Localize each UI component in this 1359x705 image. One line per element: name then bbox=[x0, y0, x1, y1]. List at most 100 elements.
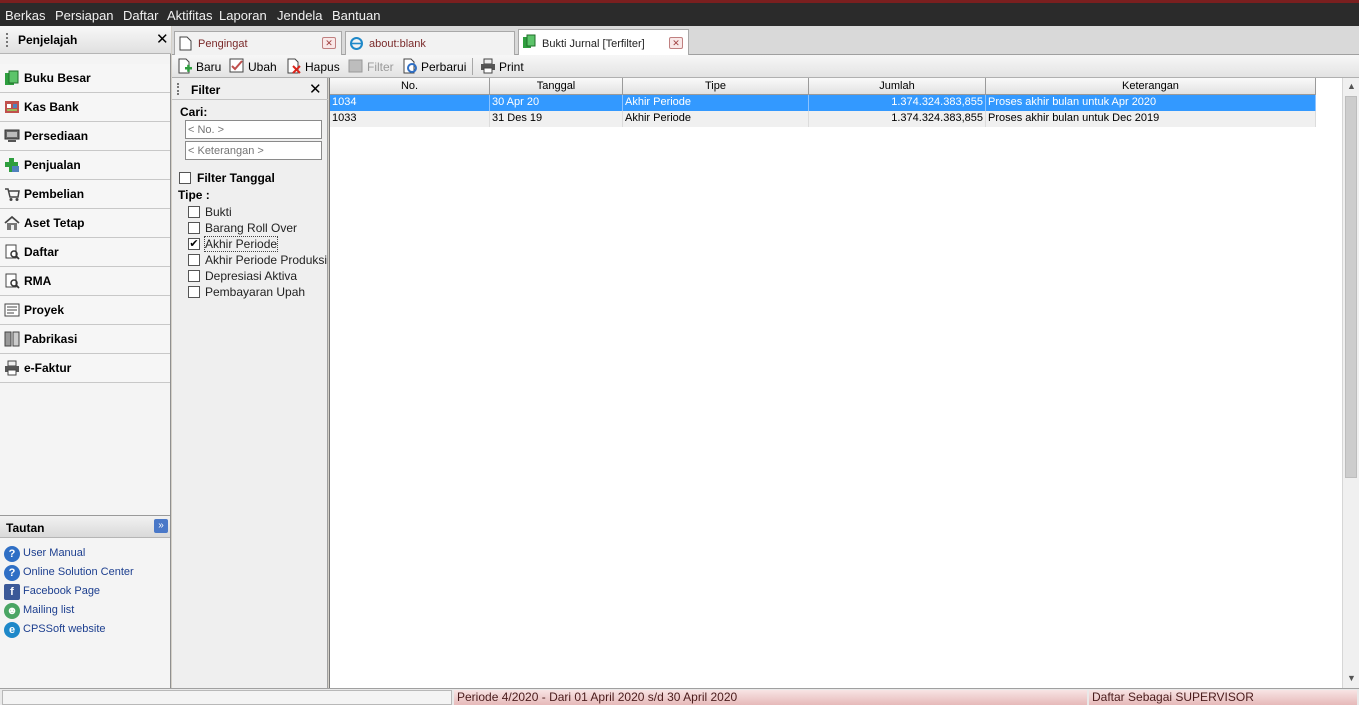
nav-item-persediaan[interactable]: Persediaan bbox=[0, 122, 170, 151]
print-button-label: Print bbox=[499, 60, 524, 74]
nav-item-e-faktur[interactable]: e-Faktur bbox=[0, 354, 170, 383]
list-icon bbox=[5, 244, 20, 260]
house-icon bbox=[4, 215, 20, 230]
tab-label: Bukti Jurnal [Terfilter] bbox=[542, 38, 645, 50]
nav-item-aset-tetap[interactable]: Aset Tetap bbox=[0, 209, 170, 238]
tipe-option-label: Akhir Periode bbox=[203, 236, 279, 252]
cell-tipe: Akhir Periode bbox=[623, 111, 809, 127]
nav-item-label: e-Faktur bbox=[24, 361, 72, 375]
column-header-jumlah[interactable]: Jumlah bbox=[809, 78, 986, 95]
no-search-input[interactable] bbox=[185, 120, 322, 139]
nav-item-label: RMA bbox=[24, 274, 52, 288]
grip-handle[interactable] bbox=[177, 83, 179, 95]
menu-bantuan[interactable]: Bantuan bbox=[332, 8, 380, 23]
ledger-icon bbox=[5, 70, 19, 85]
links-header: Tautan » bbox=[0, 516, 170, 538]
refresh-button-label: Perbarui bbox=[421, 60, 467, 74]
close-icon[interactable]: ✕ bbox=[156, 30, 169, 48]
tab-bukti-jurnal[interactable]: Bukti Jurnal [Terfilter] ✕ bbox=[518, 29, 689, 56]
nav-item-label: Aset Tetap bbox=[24, 216, 85, 230]
ie-icon: e bbox=[4, 622, 20, 638]
tipe-checkbox-barang-roll-over[interactable] bbox=[188, 222, 200, 234]
nav-item-pembelian[interactable]: Pembelian bbox=[0, 180, 170, 209]
menu-berkas[interactable]: Berkas bbox=[5, 8, 45, 23]
delete-icon bbox=[287, 58, 301, 74]
inventory-icon bbox=[4, 129, 20, 142]
column-header-tipe[interactable]: Tipe bbox=[623, 78, 809, 95]
help-icon: ? bbox=[4, 546, 20, 562]
link-label: User Manual bbox=[23, 547, 86, 559]
delete-button-label: Hapus bbox=[305, 60, 340, 74]
sales-icon bbox=[5, 158, 19, 172]
refresh-icon bbox=[403, 58, 417, 74]
help-icon: ? bbox=[4, 565, 20, 581]
edit-button-label: Ubah bbox=[248, 60, 277, 74]
scroll-up-icon[interactable]: ▲ bbox=[1343, 78, 1359, 95]
vertical-scrollbar[interactable]: ▲ ▼ bbox=[1342, 78, 1359, 688]
project-icon bbox=[4, 303, 20, 317]
cell-no: 1033 bbox=[330, 111, 490, 127]
people-icon: ☻ bbox=[4, 603, 20, 619]
tipe-checkbox-akhir-periode-produksi[interactable] bbox=[188, 254, 200, 266]
menu-daftar[interactable]: Daftar bbox=[123, 8, 158, 23]
printer-icon bbox=[5, 360, 19, 376]
tipe-checkbox-akhir-periode[interactable]: ✔ bbox=[188, 238, 200, 250]
navigator-panel: Penjelajah ✕ Buku Besar Kas Bank Persedi… bbox=[0, 26, 171, 688]
menu-laporan[interactable]: Laporan bbox=[219, 8, 267, 23]
link-label: Facebook Page bbox=[23, 585, 101, 597]
column-header-tanggal[interactable]: Tanggal bbox=[490, 78, 623, 95]
nav-item-daftar[interactable]: Daftar bbox=[0, 238, 170, 267]
scroll-down-icon[interactable]: ▼ bbox=[1343, 670, 1359, 687]
status-left bbox=[2, 690, 452, 705]
tipe-option-label: Bukti bbox=[205, 205, 232, 219]
filter-icon bbox=[348, 59, 363, 73]
tipe-option-label: Barang Roll Over bbox=[205, 221, 298, 235]
filter-tanggal-label: Filter Tanggal bbox=[197, 171, 275, 185]
cell-keterangan: Proses akhir bulan untuk Dec 2019 bbox=[986, 111, 1316, 127]
filter-header: Filter ✕ bbox=[172, 78, 328, 100]
nav-item-label: Penjualan bbox=[24, 158, 81, 172]
bank-icon bbox=[5, 101, 19, 113]
filter-title: Filter bbox=[191, 83, 221, 97]
close-icon[interactable]: ✕ bbox=[309, 80, 322, 98]
tipe-checkbox-bukti[interactable] bbox=[188, 206, 200, 218]
scroll-thumb[interactable] bbox=[1345, 96, 1357, 478]
nav-item-label: Pembelian bbox=[24, 187, 85, 201]
cell-tanggal: 30 Apr 20 bbox=[490, 95, 623, 111]
column-header-no[interactable]: No. bbox=[330, 78, 490, 95]
chevron-down-icon[interactable]: » bbox=[154, 519, 168, 533]
menu-persiapan[interactable]: Persiapan bbox=[55, 8, 114, 23]
keterangan-search-input[interactable] bbox=[185, 141, 322, 160]
tipe-checkbox-pembayaran-upah[interactable] bbox=[188, 286, 200, 298]
navigator-title: Penjelajah bbox=[18, 33, 78, 47]
menu-jendela[interactable]: Jendela bbox=[277, 8, 323, 23]
filter-tanggal-checkbox[interactable] bbox=[179, 172, 191, 184]
cell-jumlah: 1.374.324.383,855 bbox=[809, 111, 986, 127]
printer-icon bbox=[481, 58, 495, 74]
column-header-keterangan[interactable]: Keterangan bbox=[986, 78, 1316, 95]
nav-item-kas-bank[interactable]: Kas Bank bbox=[0, 93, 170, 122]
nav-item-pabrikasi[interactable]: Pabrikasi bbox=[0, 325, 170, 354]
tipe-checkbox-depresiasi-aktiva[interactable] bbox=[188, 270, 200, 282]
cell-jumlah: 1.374.324.383,855 bbox=[809, 95, 986, 111]
ledger-icon bbox=[523, 34, 536, 48]
grip-handle[interactable] bbox=[6, 33, 8, 47]
rma-icon bbox=[5, 273, 20, 289]
cell-keterangan: Proses akhir bulan untuk Apr 2020 bbox=[986, 95, 1316, 111]
tab-about-blank[interactable]: about:blank bbox=[345, 31, 515, 55]
nav-item-buku-besar[interactable]: Buku Besar bbox=[0, 64, 170, 93]
table-row[interactable]: 1034 30 Apr 20 Akhir Periode 1.374.324.3… bbox=[330, 95, 1316, 111]
grid-header: No. Tanggal Tipe Jumlah Keterangan bbox=[330, 78, 1316, 95]
nav-item-rma[interactable]: RMA bbox=[0, 267, 170, 296]
journal-grid: No. Tanggal Tipe Jumlah Keterangan 1034 … bbox=[329, 78, 1359, 688]
filter-panel: Filter ✕ Cari: Filter Tanggal Tipe : Buk… bbox=[172, 78, 328, 688]
table-row[interactable]: 1033 31 Des 19 Akhir Periode 1.374.324.3… bbox=[330, 111, 1316, 127]
nav-item-penjualan[interactable]: Penjualan bbox=[0, 151, 170, 180]
close-icon[interactable]: ✕ bbox=[669, 37, 683, 49]
close-icon[interactable]: ✕ bbox=[322, 37, 336, 49]
filter-button-label: Filter bbox=[367, 60, 394, 74]
nav-item-proyek[interactable]: Proyek bbox=[0, 296, 170, 325]
tab-pengingat[interactable]: Pengingat ✕ bbox=[174, 31, 342, 55]
menu-aktifitas[interactable]: Aktifitas bbox=[167, 8, 213, 23]
search-label: Cari: bbox=[180, 105, 208, 119]
